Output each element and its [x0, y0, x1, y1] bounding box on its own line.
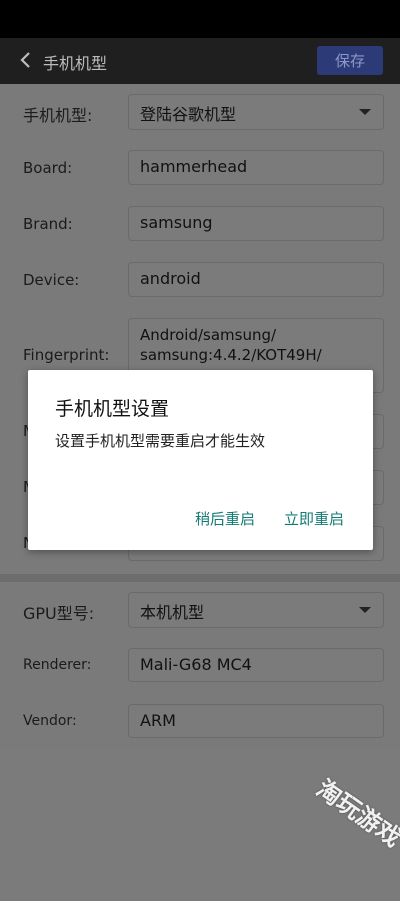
restart-dialog: 手机机型设置 设置手机机型需要重启才能生效 稍后重启 立即重启	[28, 370, 373, 550]
restart-now-button[interactable]: 立即重启	[284, 508, 344, 529]
dialog-title: 手机机型设置	[55, 398, 170, 420]
dialog-message: 设置手机机型需要重启才能生效	[55, 432, 266, 450]
restart-later-button[interactable]: 稍后重启	[195, 508, 255, 529]
